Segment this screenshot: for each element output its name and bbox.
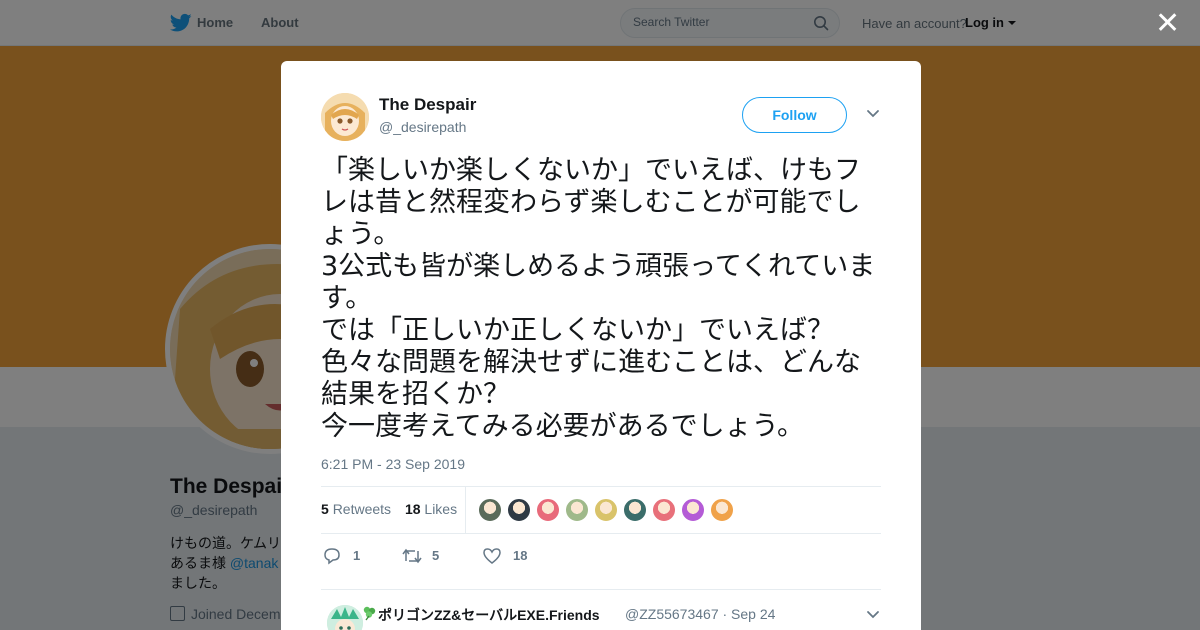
tweet-modal: The Despair @_desirepath Follow 「楽しいか楽しく…: [281, 61, 921, 630]
liker-avatar[interactable]: [536, 498, 560, 522]
author-name[interactable]: The Despair: [379, 95, 476, 115]
retweet-count: 5: [432, 548, 440, 563]
liker-avatar[interactable]: [710, 498, 734, 522]
reply-author-name[interactable]: ポリゴンZZ&セーバルEXE.Friends: [378, 605, 600, 625]
likes-count[interactable]: 18: [405, 501, 421, 517]
clover-icon: [363, 606, 376, 621]
follow-button[interactable]: Follow: [742, 97, 847, 133]
liker-avatar[interactable]: [681, 498, 705, 522]
reply-avatar-image-icon: [327, 605, 363, 630]
reply-icon: [324, 548, 340, 565]
divider: [465, 487, 466, 533]
tweet-text: 「楽しいか楽しくないか」でいえば、けもフレは昔と然程変わらず楽しむことが可能でし…: [321, 155, 876, 442]
retweet-icon: [402, 548, 422, 564]
reply-meta: @ZZ55673467 · Sep 24: [625, 606, 775, 622]
liker-avatar[interactable]: [507, 498, 531, 522]
reply-date[interactable]: · Sep 24: [723, 606, 776, 622]
heart-icon: [483, 548, 501, 564]
chevron-down-icon[interactable]: [866, 610, 880, 620]
divider: [321, 486, 881, 487]
tweet-timestamp[interactable]: 6:21 PM - 23 Sep 2019: [321, 456, 465, 472]
liker-avatar[interactable]: [623, 498, 647, 522]
tweet-stats: 5 Retweets 18 Likes: [321, 501, 457, 517]
close-icon[interactable]: ✕: [1155, 9, 1180, 39]
reply-count: 1: [353, 548, 361, 563]
retweets-label[interactable]: Retweets: [333, 501, 391, 517]
chevron-down-icon[interactable]: [866, 109, 880, 119]
like-count: 18: [513, 548, 528, 563]
likes-label[interactable]: Likes: [424, 501, 457, 517]
reply-author-handle[interactable]: @ZZ55673467: [625, 606, 719, 622]
tweet-actions: 1 5 18: [321, 546, 621, 566]
reply-author-avatar[interactable]: [327, 605, 363, 630]
divider: [321, 589, 881, 590]
liker-avatar[interactable]: [594, 498, 618, 522]
retweets-count[interactable]: 5: [321, 501, 329, 517]
author-handle[interactable]: @_desirepath: [379, 119, 466, 135]
author-avatar[interactable]: [321, 93, 369, 141]
liker-avatar[interactable]: [652, 498, 676, 522]
liker-avatar[interactable]: [478, 498, 502, 522]
divider: [321, 533, 881, 534]
reply-tweet[interactable]: ポリゴンZZ&セーバルEXE.Friends @ZZ55673467 · Sep…: [321, 601, 881, 630]
liker-avatar[interactable]: [565, 498, 589, 522]
author-avatar-image-icon: [321, 93, 369, 141]
